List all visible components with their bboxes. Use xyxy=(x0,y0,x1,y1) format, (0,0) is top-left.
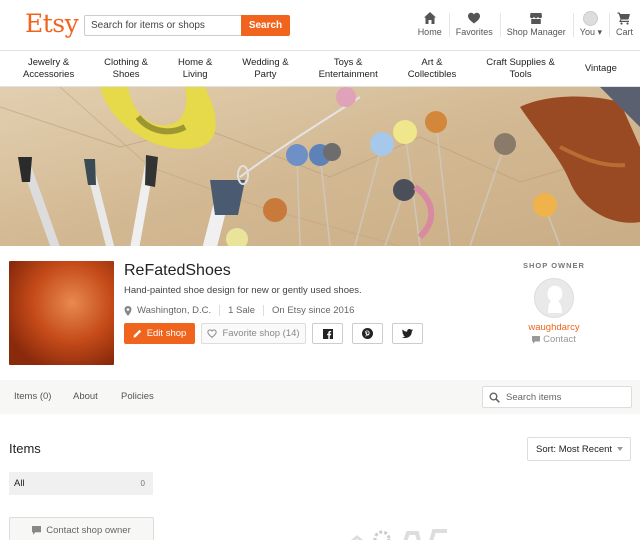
contact-shop-owner-button[interactable]: Contact shop owner xyxy=(9,517,154,540)
items-heading: Items xyxy=(9,441,41,456)
shop-sales[interactable]: 1 Sale xyxy=(228,305,255,316)
owner-username[interactable]: waughdarcy xyxy=(515,322,593,333)
empty-shop-illustration xyxy=(350,529,447,540)
chevron-down-icon xyxy=(617,447,623,451)
category-home[interactable]: Home & Living xyxy=(178,57,212,81)
nav-you-label: You ▾ xyxy=(579,27,602,37)
pinterest-icon xyxy=(362,328,373,339)
category-clothing[interactable]: Clothing & Shoes xyxy=(104,57,148,81)
site-header: Etsy Search Home Favorites Shop Manager … xyxy=(0,0,640,51)
nav-home[interactable]: Home xyxy=(411,11,449,41)
cart-icon xyxy=(617,12,631,25)
shop-actions: Edit shop Favorite shop (14) xyxy=(124,323,423,344)
owner-contact-label: Contact xyxy=(543,334,576,345)
message-icon xyxy=(32,525,42,535)
category-toys[interactable]: Toys & Entertainment xyxy=(319,57,378,81)
nav-shop-manager[interactable]: Shop Manager xyxy=(499,11,573,41)
edit-shop-button[interactable]: Edit shop xyxy=(124,323,195,344)
default-avatar-icon xyxy=(535,279,573,317)
category-craft[interactable]: Craft Supplies & Tools xyxy=(486,57,555,81)
heart-outline-icon xyxy=(207,329,218,338)
category-vintage[interactable]: Vintage xyxy=(585,63,617,75)
heart-icon xyxy=(468,12,481,24)
home-icon xyxy=(423,12,436,24)
search-input[interactable] xyxy=(84,15,241,36)
filter-all-label: All xyxy=(14,478,25,489)
nav-cart-label: Cart xyxy=(615,27,633,37)
filter-all-count: 0 xyxy=(140,479,145,488)
shop-banner xyxy=(0,87,640,246)
search-icon xyxy=(489,392,500,403)
section-filter-all[interactable]: All 0 xyxy=(9,472,153,495)
nav-favorites-label: Favorites xyxy=(455,27,493,37)
shop-since: On Etsy since 2016 xyxy=(272,305,355,316)
nav-you[interactable]: You ▾ xyxy=(572,11,609,41)
shop-owner-panel: SHOP OWNER waughdarcy Contact xyxy=(515,261,593,345)
favorite-shop-button[interactable]: Favorite shop (14) xyxy=(201,323,306,344)
etsy-logo[interactable]: Etsy xyxy=(25,9,79,38)
category-art[interactable]: Art & Collectibles xyxy=(408,57,457,81)
divider xyxy=(219,305,221,316)
divider xyxy=(263,305,265,316)
pencil-icon xyxy=(133,329,141,338)
twitter-icon xyxy=(402,329,413,338)
store-icon xyxy=(530,13,543,24)
top-nav: Home Favorites Shop Manager You ▾ Cart xyxy=(411,11,640,41)
tab-items[interactable]: Items (0) xyxy=(14,391,51,402)
sort-label: Sort: Most Recent xyxy=(536,443,613,455)
shop-meta: Washington, D.C. 1 Sale On Etsy since 20… xyxy=(124,305,354,316)
category-jewelry[interactable]: Jewelry & Accessories xyxy=(23,57,74,81)
twitter-share-button[interactable] xyxy=(392,323,423,344)
message-icon xyxy=(532,335,541,344)
nav-cart[interactable]: Cart xyxy=(608,11,640,41)
owner-contact-link[interactable]: Contact xyxy=(515,334,593,345)
nav-shop-manager-label: Shop Manager xyxy=(506,27,566,37)
avatar xyxy=(583,11,599,26)
favorite-shop-label: Favorite shop (14) xyxy=(222,328,300,339)
shop-name: ReFatedShoes xyxy=(124,262,231,279)
pinterest-share-button[interactable] xyxy=(352,323,383,344)
location-pin-icon xyxy=(124,305,132,316)
shop-tagline: Hand-painted shoe design for new or gent… xyxy=(124,285,362,296)
owner-avatar[interactable] xyxy=(534,278,574,318)
search-button[interactable]: Search xyxy=(241,15,290,36)
shop-location: Washington, D.C. xyxy=(137,305,212,316)
contact-shop-owner-label: Contact shop owner xyxy=(46,524,131,536)
site-search: Search xyxy=(84,15,290,36)
tab-policies[interactable]: Policies xyxy=(121,391,154,402)
edit-shop-label: Edit shop xyxy=(146,328,187,339)
sort-dropdown[interactable]: Sort: Most Recent xyxy=(527,437,631,461)
category-wedding[interactable]: Wedding & Party xyxy=(242,57,288,81)
nav-home-label: Home xyxy=(417,27,442,37)
facebook-icon xyxy=(322,328,333,339)
shop-items-search xyxy=(482,386,632,408)
nav-favorites[interactable]: Favorites xyxy=(448,11,500,41)
shop-items-search-input[interactable] xyxy=(506,391,626,403)
shop-icon-image xyxy=(9,261,114,365)
shop-owner-label: SHOP OWNER xyxy=(523,261,585,270)
facebook-share-button[interactable] xyxy=(312,323,343,344)
tab-about[interactable]: About xyxy=(73,391,98,402)
category-nav: Jewelry & Accessories Clothing & Shoes Hom… xyxy=(0,51,640,87)
banner-image xyxy=(0,87,640,246)
